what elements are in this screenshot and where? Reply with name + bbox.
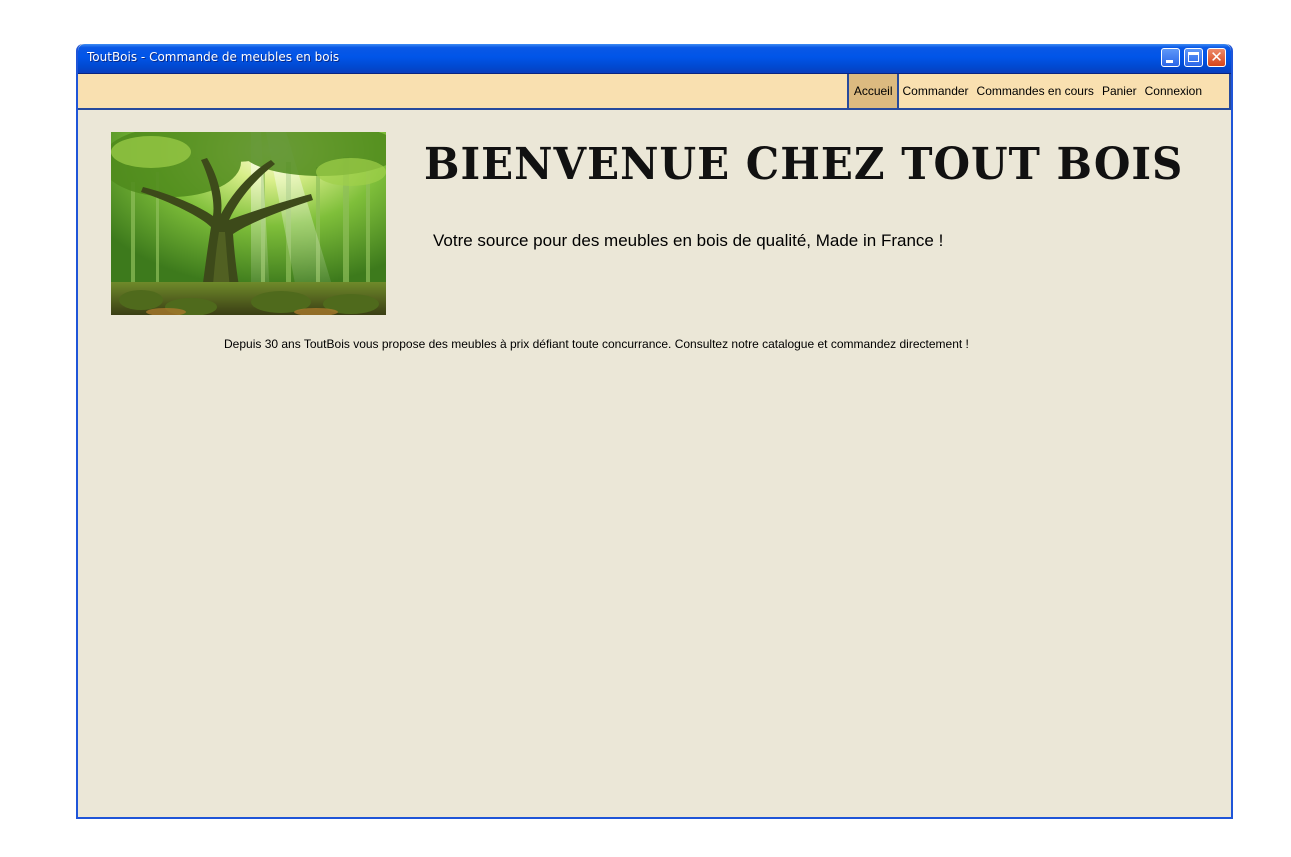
welcome-headline: BIENVENUE CHEZ TOUT BOIS (424, 138, 1184, 190)
minimize-button[interactable] (1161, 48, 1180, 67)
menu-item-accueil[interactable]: Accueil (848, 74, 899, 108)
menu-item-panier[interactable]: Panier (1098, 74, 1141, 108)
main-nav: Accueil Commander Commandes en cours Pan… (846, 74, 1231, 108)
menu-item-commandes-en-cours[interactable]: Commandes en cours (973, 74, 1098, 108)
menu-item-connexion[interactable]: Connexion (1141, 74, 1231, 108)
window-title: ToutBois - Commande de meubles en bois (87, 50, 340, 64)
forest-tree-image (111, 132, 386, 315)
minimize-icon (1166, 60, 1173, 63)
company-description: Depuis 30 ans ToutBois vous propose des … (224, 337, 969, 351)
tagline: Votre source pour des meubles en bois de… (433, 231, 944, 250)
close-button[interactable]: ✕ (1207, 48, 1226, 67)
app-window: ToutBois - Commande de meubles en bois ✕… (76, 44, 1233, 819)
close-icon: ✕ (1210, 48, 1223, 66)
maximize-icon (1188, 52, 1199, 62)
menu-bar: Accueil Commander Commandes en cours Pan… (78, 73, 1231, 110)
menu-item-commander[interactable]: Commander (899, 74, 973, 108)
title-bar[interactable]: ToutBois - Commande de meubles en bois ✕ (78, 44, 1231, 73)
maximize-button[interactable] (1184, 48, 1203, 67)
